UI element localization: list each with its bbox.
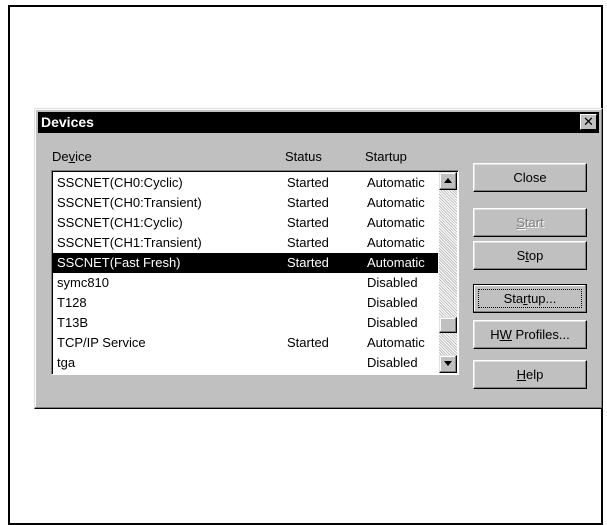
- hw-profiles-button[interactable]: HW Profiles...: [473, 320, 587, 349]
- devices-dialog: Devices ✕ Device Status Startup SSCNET(C…: [34, 108, 603, 409]
- device-list-rows: SSCNET(CH0:Cyclic) Started Automatic SSCNET…: [53, 173, 438, 373]
- device-startup: Automatic: [367, 175, 425, 190]
- scroll-down-button[interactable]: [439, 355, 457, 373]
- device-startup: Automatic: [367, 335, 425, 350]
- close-button[interactable]: Close: [473, 163, 587, 192]
- device-startup: Automatic: [367, 255, 425, 270]
- device-startup: Disabled: [367, 275, 418, 290]
- device-row[interactable]: TCP/IP Service Started Automatic: [53, 333, 438, 353]
- device-startup: Automatic: [367, 195, 425, 210]
- device-status: Started: [287, 215, 329, 230]
- close-icon: ✕: [583, 114, 594, 129]
- device-startup: Automatic: [367, 215, 425, 230]
- device-row[interactable]: tga Disabled: [53, 353, 438, 373]
- device-row[interactable]: SSCNET(CH1:Cyclic) Started Automatic: [53, 213, 438, 233]
- device-name: tga: [57, 355, 76, 370]
- device-startup: Disabled: [367, 315, 418, 330]
- device-name: SSCNET(CH1:Cyclic): [57, 215, 183, 230]
- outer-frame: Devices ✕ Device Status Startup SSCNET(C…: [8, 5, 603, 525]
- device-row[interactable]: SSCNET(CH0:Transient) Started Automatic: [53, 193, 438, 213]
- start-button[interactable]: Start: [473, 208, 587, 237]
- device-name: symc810: [57, 275, 110, 290]
- device-row[interactable]: T128 Disabled: [53, 293, 438, 313]
- device-startup: Automatic: [367, 235, 425, 250]
- column-header-device: Device: [52, 149, 92, 164]
- device-status: Started: [287, 195, 329, 210]
- title-bar: Devices ✕: [38, 112, 599, 133]
- device-name: SSCNET(CH1:Transient): [57, 235, 202, 250]
- device-row[interactable]: symc810 Disabled: [53, 273, 438, 293]
- arrow-down-icon: [444, 361, 452, 366]
- scroll-up-button[interactable]: [439, 172, 457, 190]
- device-name: SSCNET(Fast Fresh): [57, 255, 181, 270]
- startup-button[interactable]: Startup...: [473, 284, 587, 313]
- device-list[interactable]: SSCNET(CH0:Cyclic) Started Automatic SSCNET…: [51, 170, 459, 375]
- device-row[interactable]: T13B Disabled: [53, 313, 438, 333]
- device-startup: Disabled: [367, 355, 418, 370]
- device-row[interactable]: SSCNET(CH1:Transient) Started Automatic: [53, 233, 438, 253]
- device-status: Started: [287, 235, 329, 250]
- device-row[interactable]: SSCNET(CH0:Cyclic) Started Automatic: [53, 173, 438, 193]
- device-status: Started: [287, 175, 329, 190]
- device-startup: Disabled: [367, 295, 418, 310]
- arrow-up-icon: [444, 178, 452, 183]
- device-status: Started: [287, 255, 329, 270]
- device-name: T13B: [57, 315, 89, 330]
- device-status: Started: [287, 335, 329, 350]
- column-header-status: Status: [285, 149, 322, 164]
- device-name: TCP/IP Service: [57, 335, 146, 350]
- vertical-scrollbar[interactable]: [439, 172, 457, 373]
- column-header-startup: Startup: [365, 149, 407, 164]
- device-row[interactable]: SSCNET(Fast Fresh) Started Automatic: [53, 253, 438, 273]
- scroll-thumb[interactable]: [439, 317, 457, 333]
- focus-rectangle: Startup...: [478, 289, 582, 308]
- device-name: T128: [57, 295, 87, 310]
- close-window-button[interactable]: ✕: [580, 114, 597, 130]
- dialog-title: Devices: [41, 114, 94, 130]
- device-name: SSCNET(CH0:Cyclic): [57, 175, 183, 190]
- device-name: SSCNET(CH0:Transient): [57, 195, 202, 210]
- help-button[interactable]: Help: [473, 360, 587, 389]
- stop-button[interactable]: Stop: [473, 241, 587, 270]
